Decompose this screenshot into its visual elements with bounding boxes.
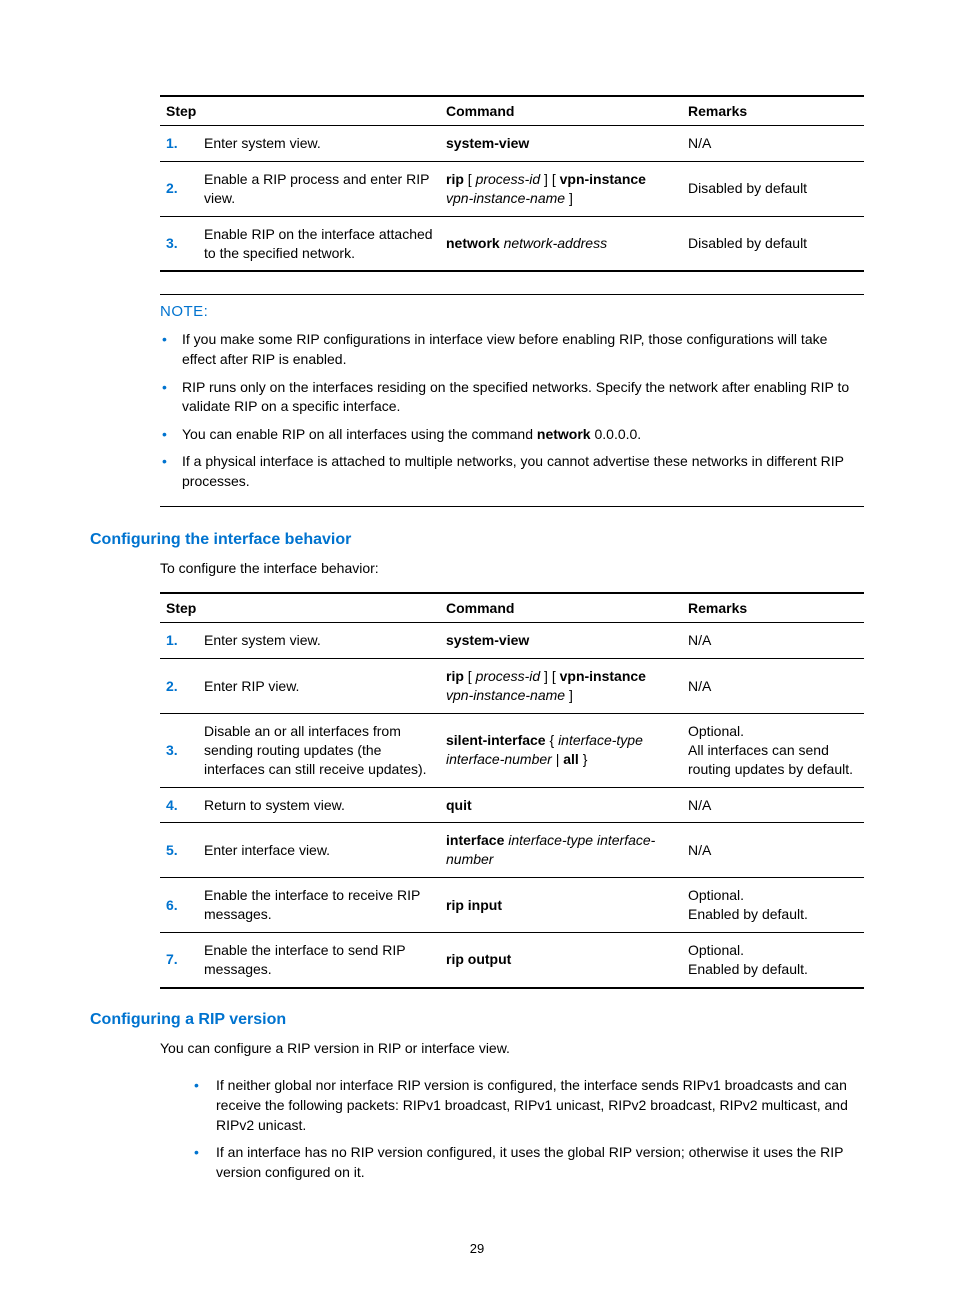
table-row: 1.Enter system view.system-viewN/A — [160, 623, 864, 659]
command-cell: interface interface-type interface-numbe… — [440, 823, 682, 878]
remarks-cell: N/A — [682, 787, 864, 823]
remarks-cell: Optional.Enabled by default. — [682, 933, 864, 988]
step-number: 2. — [160, 161, 198, 216]
command-cell: system-view — [440, 623, 682, 659]
step-desc: Disable an or all interfaces from sendin… — [198, 713, 440, 787]
command-cell: network network-address — [440, 216, 682, 271]
table-row: 5.Enter interface view.interface interfa… — [160, 823, 864, 878]
remarks-cell: Disabled by default — [682, 216, 864, 271]
remarks-cell: N/A — [682, 823, 864, 878]
step-number: 3. — [160, 713, 198, 787]
rip-enable-table: Step Command Remarks 1.Enter system view… — [160, 95, 864, 272]
step-desc: Enter interface view. — [198, 823, 440, 878]
table-row: 7.Enable the interface to send RIP messa… — [160, 933, 864, 988]
section-title-rip-version: Configuring a RIP version — [90, 1011, 864, 1029]
col-header-remarks: Remarks — [682, 593, 864, 623]
table-row: 4.Return to system view.quitN/A — [160, 787, 864, 823]
col-header-command: Command — [440, 593, 682, 623]
remarks-cell: N/A — [682, 623, 864, 659]
step-desc: Enter system view. — [198, 623, 440, 659]
col-header-command: Command — [440, 96, 682, 126]
list-item: If neither global nor interface RIP vers… — [194, 1072, 864, 1139]
content-area: Step Command Remarks 1.Enter system view… — [160, 95, 864, 507]
note-item: If a physical interface is attached to m… — [160, 448, 864, 495]
section-title-interface-behavior: Configuring the interface behavior — [90, 531, 864, 549]
remarks-cell: N/A — [682, 126, 864, 162]
content-area-3: You can configure a RIP version in RIP o… — [160, 1039, 864, 1187]
command-cell: rip [ process-id ] [ vpn-instance vpn-in… — [440, 161, 682, 216]
note-item: RIP runs only on the interfaces residing… — [160, 374, 864, 421]
step-number: 5. — [160, 823, 198, 878]
table-row: 1.Enter system view.system-viewN/A — [160, 126, 864, 162]
col-header-step: Step — [160, 593, 440, 623]
remarks-cell: Disabled by default — [682, 161, 864, 216]
col-header-step: Step — [160, 96, 440, 126]
step-desc: Enter RIP view. — [198, 659, 440, 714]
command-cell: quit — [440, 787, 682, 823]
step-number: 3. — [160, 216, 198, 271]
step-number: 4. — [160, 787, 198, 823]
command-cell: system-view — [440, 126, 682, 162]
content-area-2: To configure the interface behavior: Ste… — [160, 559, 864, 989]
table-row: 3.Disable an or all interfaces from send… — [160, 713, 864, 787]
section2-intro: To configure the interface behavior: — [160, 559, 864, 579]
note-label: NOTE: — [160, 301, 864, 326]
table-row: 6.Enable the interface to receive RIP me… — [160, 878, 864, 933]
note-item: You can enable RIP on all interfaces usi… — [160, 421, 864, 449]
section3-intro: You can configure a RIP version in RIP o… — [160, 1039, 864, 1059]
step-desc: Enter system view. — [198, 126, 440, 162]
page: Step Command Remarks 1.Enter system view… — [0, 0, 954, 1296]
step-number: 7. — [160, 933, 198, 988]
step-desc: Enable the interface to receive RIP mess… — [198, 878, 440, 933]
interface-behavior-table: Step Command Remarks 1.Enter system view… — [160, 592, 864, 989]
remarks-cell: N/A — [682, 659, 864, 714]
command-cell: rip [ process-id ] [ vpn-instance vpn-in… — [440, 659, 682, 714]
page-number: 29 — [0, 1241, 954, 1256]
notes-list: If you make some RIP configurations in i… — [160, 326, 864, 495]
command-cell: silent-interface { interface-type interf… — [440, 713, 682, 787]
step-desc: Enable a RIP process and enter RIP view. — [198, 161, 440, 216]
step-number: 6. — [160, 878, 198, 933]
step-number: 2. — [160, 659, 198, 714]
command-cell: rip input — [440, 878, 682, 933]
command-cell: rip output — [440, 933, 682, 988]
step-desc: Enable RIP on the interface attached to … — [198, 216, 440, 271]
note-box: NOTE: If you make some RIP configuration… — [160, 294, 864, 506]
list-item: If an interface has no RIP version confi… — [194, 1139, 864, 1186]
step-number: 1. — [160, 623, 198, 659]
step-desc: Enable the interface to send RIP message… — [198, 933, 440, 988]
col-header-remarks: Remarks — [682, 96, 864, 126]
table-row: 2.Enter RIP view.rip [ process-id ] [ vp… — [160, 659, 864, 714]
step-number: 1. — [160, 126, 198, 162]
remarks-cell: Optional.Enabled by default. — [682, 878, 864, 933]
table-row: 3.Enable RIP on the interface attached t… — [160, 216, 864, 271]
section3-bullets: If neither global nor interface RIP vers… — [160, 1072, 864, 1186]
remarks-cell: Optional.All interfaces can send routing… — [682, 713, 864, 787]
step-desc: Return to system view. — [198, 787, 440, 823]
note-item: If you make some RIP configurations in i… — [160, 326, 864, 373]
table-row: 2.Enable a RIP process and enter RIP vie… — [160, 161, 864, 216]
